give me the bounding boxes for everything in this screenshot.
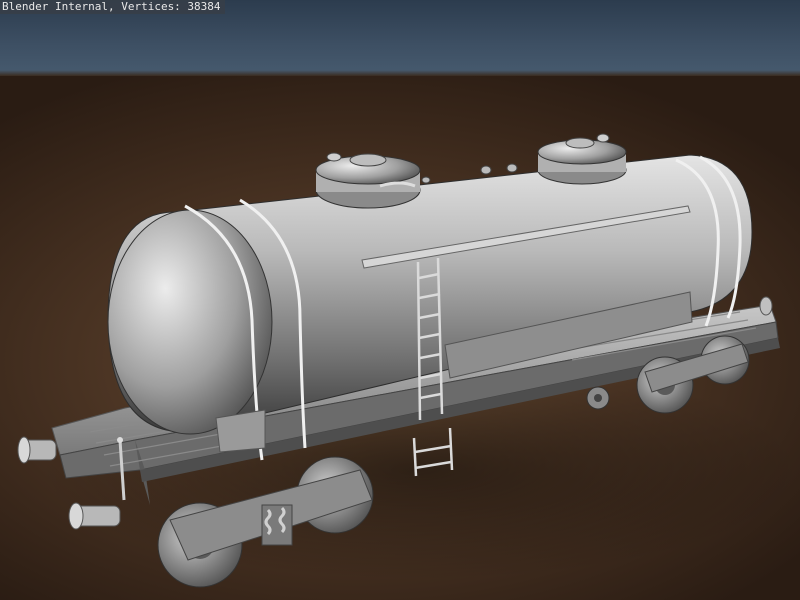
- front-dome: [315, 152, 421, 209]
- render-info-overlay: Blender Internal, Vertices: 38384: [0, 0, 225, 14]
- rear-dome: [537, 133, 627, 185]
- render-viewport: Blender Internal, Vertices: 38384: [0, 0, 800, 600]
- tank-car-render: [17, 133, 800, 588]
